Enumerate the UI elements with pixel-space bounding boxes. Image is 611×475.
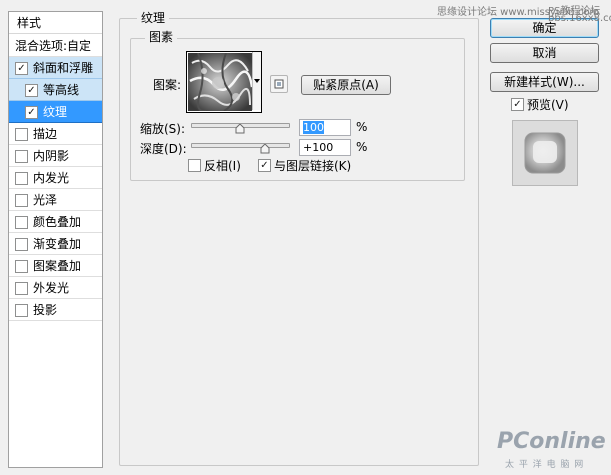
inner-shadow-checkbox[interactable] (15, 150, 28, 163)
new-preset-button[interactable] (270, 75, 288, 93)
link-with-layer-label: 与图层链接(K) (274, 159, 352, 173)
logo-sub: 太 平 洋 电 脑 网 (505, 460, 585, 470)
pattern-overlay-label: 图案叠加 (33, 259, 82, 273)
depth-slider[interactable] (191, 143, 290, 148)
drop-shadow-checkbox[interactable] (15, 304, 28, 317)
link-with-layer-checkbox[interactable]: ✓ (258, 159, 271, 172)
depth-slider-thumb[interactable] (260, 144, 270, 154)
style-item-stroke[interactable]: 描边 (9, 123, 102, 145)
stroke-checkbox[interactable] (15, 128, 28, 141)
texture-section-title: 纹理 (137, 11, 170, 25)
satin-checkbox[interactable] (15, 194, 28, 207)
watermark-top3: bbs.16xx8.com (548, 13, 611, 24)
style-item-pattern-overlay[interactable]: 图案叠加 (9, 255, 102, 277)
style-item-color-overlay[interactable]: 颜色叠加 (9, 211, 102, 233)
invert-label: 反相(I) (204, 159, 241, 173)
scale-percent: % (356, 120, 368, 134)
pattern-label: 图案: (153, 78, 182, 92)
inner-glow-label: 内发光 (33, 171, 70, 185)
elements-group-title: 图素 (145, 30, 178, 44)
preview-image (524, 132, 566, 174)
style-item-gradient-overlay[interactable]: 渐变叠加 (9, 233, 102, 255)
blend-options-item[interactable]: 混合选项:自定 (9, 35, 102, 57)
blend-options-label: 混合选项:自定 (15, 39, 92, 53)
scale-value: 100 (303, 121, 324, 134)
satin-label: 光泽 (33, 193, 58, 207)
new-style-button[interactable]: 新建样式(W)... (490, 72, 599, 92)
scale-label: 缩放(S): (140, 122, 186, 136)
pattern-picker[interactable] (186, 51, 262, 113)
chevron-down-icon (254, 79, 260, 83)
snap-to-origin-button[interactable]: 贴紧原点(A) (301, 75, 391, 95)
styles-header[interactable]: 样式 (9, 12, 102, 34)
color-overlay-checkbox[interactable] (15, 216, 28, 229)
styles-list: 样式 混合选项:自定 ✓ 斜面和浮雕 ✓ 等高线 ✓ 纹理 描边 内阴影 内发光… (8, 11, 103, 468)
texture-label: 纹理 (43, 105, 68, 119)
depth-percent: % (356, 140, 368, 154)
outer-glow-label: 外发光 (33, 281, 70, 295)
preview-thumbnail (512, 120, 578, 186)
outer-glow-checkbox[interactable] (15, 282, 28, 295)
texture-checkbox[interactable]: ✓ (25, 106, 38, 119)
color-overlay-label: 颜色叠加 (33, 215, 82, 229)
pattern-swatch (188, 53, 252, 111)
invert-checkbox[interactable] (188, 159, 201, 172)
style-item-satin[interactable]: 光泽 (9, 189, 102, 211)
style-item-inner-glow[interactable]: 内发光 (9, 167, 102, 189)
style-item-outer-glow[interactable]: 外发光 (9, 277, 102, 299)
depth-label: 深度(D): (140, 142, 187, 156)
cancel-button[interactable]: 取消 (490, 43, 599, 63)
inner-shadow-label: 内阴影 (33, 149, 70, 163)
scale-input[interactable]: 100 (299, 119, 351, 136)
pattern-dropdown[interactable] (252, 52, 261, 110)
gradient-overlay-label: 渐变叠加 (33, 237, 82, 251)
drop-shadow-label: 投影 (33, 303, 58, 317)
style-item-inner-shadow[interactable]: 内阴影 (9, 145, 102, 167)
depth-input[interactable]: +100 (299, 139, 351, 156)
new-preset-icon (274, 79, 284, 89)
style-item-texture[interactable]: ✓ 纹理 (9, 101, 102, 123)
bevel-emboss-label: 斜面和浮雕 (33, 61, 94, 75)
preview-checkbox[interactable]: ✓ (511, 98, 524, 111)
preview-label: 预览(V) (527, 98, 569, 112)
contour-label: 等高线 (43, 83, 80, 97)
pattern-overlay-checkbox[interactable] (15, 260, 28, 273)
bevel-emboss-checkbox[interactable]: ✓ (15, 62, 28, 75)
stroke-label: 描边 (33, 127, 58, 141)
inner-glow-checkbox[interactable] (15, 172, 28, 185)
scale-slider-thumb[interactable] (235, 124, 245, 134)
style-item-contour[interactable]: ✓ 等高线 (9, 79, 102, 101)
pconline-logo: PConline 太 平 洋 电 脑 网 (495, 425, 606, 470)
contour-checkbox[interactable]: ✓ (25, 84, 38, 97)
style-item-bevel-emboss[interactable]: ✓ 斜面和浮雕 (9, 57, 102, 79)
style-item-drop-shadow[interactable]: 投影 (9, 299, 102, 321)
logo-text: PConline (497, 429, 606, 454)
gradient-overlay-checkbox[interactable] (15, 238, 28, 251)
